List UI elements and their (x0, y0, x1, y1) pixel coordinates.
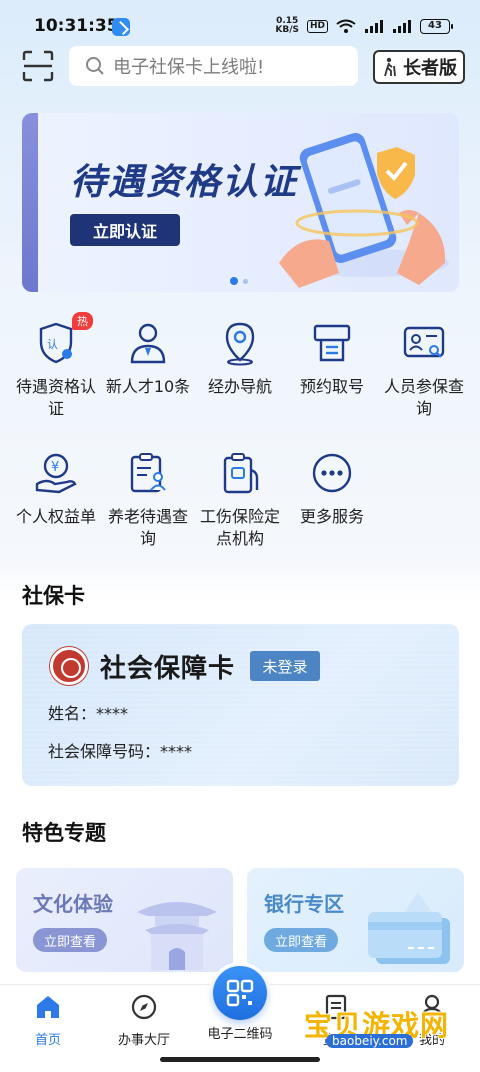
net-speed: 0.15 KB/S (275, 17, 299, 35)
feature-title: 文化体验 (33, 892, 113, 916)
hd-badge: HD (306, 19, 328, 33)
section-title-social-card: 社保卡 (22, 584, 85, 608)
status-time: 10:31:35 (34, 16, 119, 36)
card-title: 社会保障卡 (100, 654, 236, 684)
svg-text:¥: ¥ (51, 460, 59, 475)
pagination-dot[interactable] (243, 278, 248, 284)
name-label: 姓名： (48, 704, 97, 723)
nav-news[interactable]: 资讯 (288, 993, 384, 1048)
money-hand-icon: ¥ (35, 453, 77, 494)
elder-mode-button[interactable]: 长者版 (373, 50, 465, 84)
service-label: 预约取号 (299, 377, 364, 396)
service-label: 经办导航 (207, 377, 272, 396)
svg-text:认: 认 (47, 338, 58, 351)
id-card-search-icon (403, 326, 445, 358)
nav-label: 电子二维码 (207, 1027, 273, 1042)
service-label: 人员参保查询 (383, 377, 464, 418)
elder-walking-icon (384, 57, 396, 77)
user-icon (420, 994, 444, 1020)
injury-insurance-icon (223, 453, 259, 494)
pagination-dot-active[interactable] (230, 277, 238, 285)
section-title-features: 特色专题 (22, 821, 106, 845)
service-item-pension-query[interactable]: 养老待遇查询 (102, 450, 194, 550)
notification-app-icon (112, 18, 130, 36)
person-tie-icon (130, 323, 166, 364)
service-item-injury-institutions[interactable]: 工伤保险定点机构 (194, 450, 286, 550)
signal-icon (365, 20, 383, 33)
card-number-row: 社会保障号码：**** (48, 738, 192, 762)
net-speed-unit: KB/S (275, 25, 299, 35)
social-security-logo-icon (50, 647, 88, 685)
service-grid-row-2: ¥ 个人权益单 养老待遇查询 工伤保险定点机构 更多服务 (10, 450, 470, 550)
service-label: 新人才10条 (105, 377, 191, 396)
scan-icon[interactable] (22, 50, 54, 82)
nav-qr-code[interactable]: 电子二维码 (192, 1023, 288, 1042)
nav-label: 我的 (418, 1033, 445, 1048)
signal-icon-2 (393, 20, 411, 33)
news-icon (325, 994, 347, 1020)
home-icon (37, 996, 59, 1018)
name-value: **** (96, 704, 129, 723)
elder-mode-label: 长者版 (403, 58, 457, 79)
feature-card-culture[interactable]: 文化体验 立即查看 (16, 868, 233, 972)
qr-code-button[interactable] (209, 962, 271, 1024)
feature-view-button[interactable]: 立即查看 (33, 928, 107, 952)
status-bar: 10:31:35 0.15 KB/S HD 43 (0, 0, 480, 44)
card-name-row: 姓名：**** (48, 700, 128, 724)
service-item-office-navigation[interactable]: 经办导航 (194, 320, 286, 420)
map-pin-icon (225, 322, 255, 366)
header: 电子社保卡上线啦! 长者版 (0, 46, 480, 88)
nav-service-hall[interactable]: 办事大厅 (96, 993, 192, 1048)
feature-title: 银行专区 (264, 892, 344, 916)
home-indicator[interactable] (160, 1057, 320, 1062)
service-label: 个人权益单 (15, 507, 96, 526)
qr-code-icon (226, 979, 254, 1007)
search-placeholder: 电子社保卡上线啦! (113, 57, 265, 78)
service-label: 养老待遇查询 (107, 507, 188, 548)
nav-label: 资讯 (322, 1033, 349, 1048)
service-label: 待遇资格认证 (15, 377, 96, 418)
banner-pagination (230, 277, 248, 285)
service-item-benefit-certification[interactable]: 认 热 待遇资格认证 (10, 312, 102, 420)
status-indicators: 0.15 KB/S HD 43 (275, 17, 453, 35)
bank-card-icon (368, 892, 450, 964)
ticket-machine-icon (313, 324, 351, 362)
feature-card-bank[interactable]: 银行专区 立即查看 (247, 868, 464, 972)
compass-icon (131, 994, 157, 1020)
nav-home[interactable]: 首页 (0, 993, 96, 1048)
more-dots-icon (312, 453, 352, 493)
search-input[interactable]: 电子社保卡上线啦! (69, 46, 358, 86)
phone-hand-illustration (279, 133, 449, 288)
service-grid-row-1: 认 热 待遇资格认证 新人才10条 经办导航 预约取号 人员参保查询 (10, 312, 470, 420)
login-status-button[interactable]: 未登录 (250, 651, 320, 681)
service-label: 更多服务 (299, 507, 364, 526)
banner-title: 待遇资格认证 (70, 162, 299, 203)
promo-banner[interactable]: 待遇资格认证 立即认证 (22, 113, 459, 292)
service-item-insured-query[interactable]: 人员参保查询 (378, 320, 470, 420)
number-label: 社会保障号码： (48, 742, 161, 761)
banner-prev-slide-edge (22, 113, 38, 292)
service-item-new-talent[interactable]: 新人才10条 (102, 320, 194, 420)
feature-view-button[interactable]: 立即查看 (264, 928, 338, 952)
service-item-personal-rights[interactable]: ¥ 个人权益单 (10, 450, 102, 550)
hot-badge: 热 (72, 312, 93, 330)
pavilion-icon (137, 902, 217, 970)
social-security-card[interactable]: 社会保障卡 未登录 姓名：**** 社会保障号码：**** (22, 624, 459, 786)
nav-label: 首页 (34, 1033, 61, 1048)
banner-certify-button[interactable]: 立即认证 (70, 214, 180, 246)
service-item-appointment[interactable]: 预约取号 (286, 320, 378, 420)
nav-mine[interactable]: 我的 (384, 993, 480, 1048)
service-label: 工伤保险定点机构 (199, 507, 280, 548)
service-item-more-services[interactable]: 更多服务 (286, 450, 378, 550)
number-value: **** (160, 742, 193, 761)
clipboard-person-icon (130, 453, 166, 493)
nav-label: 办事大厅 (117, 1033, 170, 1048)
search-icon (86, 57, 104, 75)
battery-indicator: 43 (420, 18, 453, 34)
wifi-icon (336, 19, 356, 33)
